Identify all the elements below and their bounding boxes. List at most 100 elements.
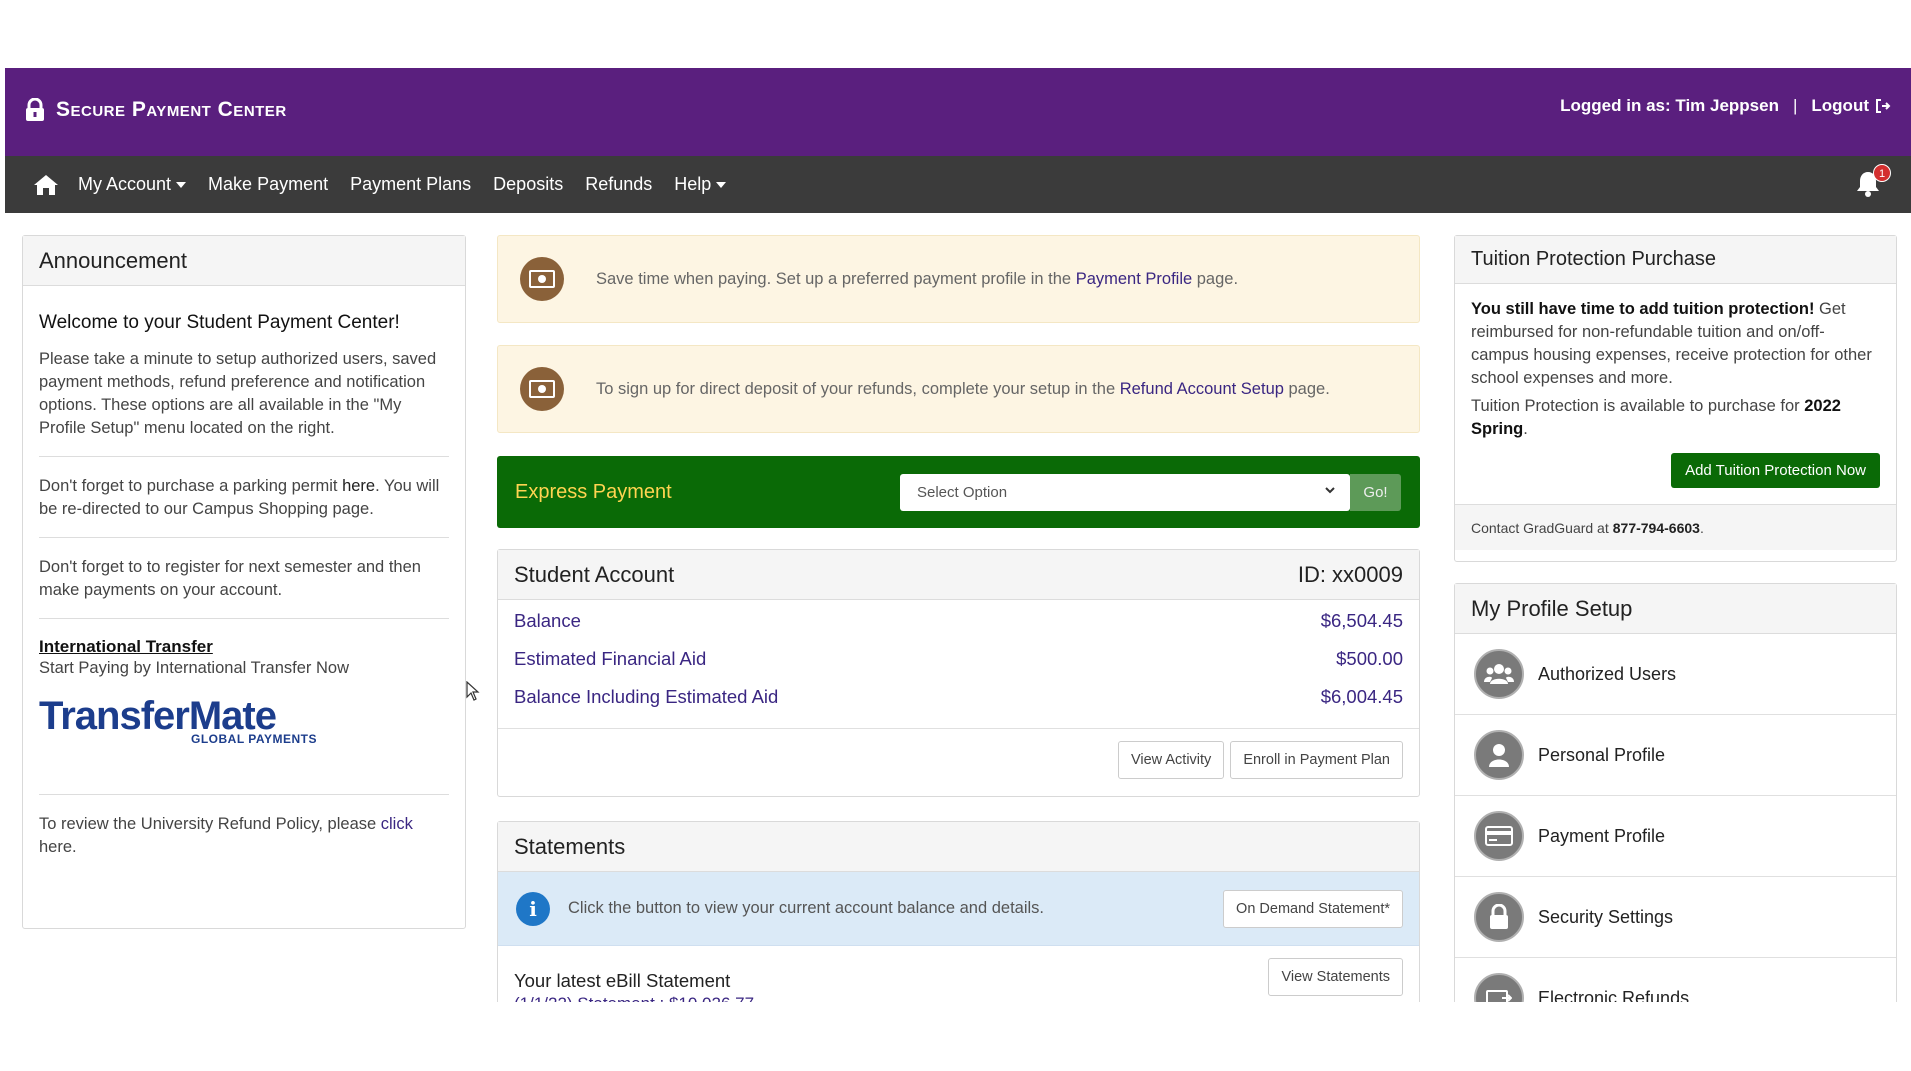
profile-item-security-settings[interactable]: Security Settings [1455, 877, 1896, 958]
profile-setup-header: My Profile Setup [1455, 584, 1896, 634]
announcement-header: Announcement [23, 236, 465, 286]
announcement-title: Announcement [39, 247, 187, 273]
transfermate-logo[interactable]: TransferMate GLOBAL PAYMENTS [39, 696, 449, 746]
nav-deposits[interactable]: Deposits [493, 174, 563, 195]
mouse-cursor-icon [466, 681, 480, 701]
alert-text: Save time when paying. Set up a preferre… [596, 270, 1238, 289]
on-demand-statement-button[interactable]: On Demand Statement* [1223, 890, 1403, 928]
divider [39, 618, 449, 619]
add-tuition-protection-button[interactable]: Add Tuition Protection Now [1671, 453, 1880, 488]
enroll-payment-plan-button[interactable]: Enroll in Payment Plan [1230, 741, 1403, 779]
contact-phone: 877-794-6603 [1612, 519, 1700, 536]
tuition-header: Tuition Protection Purchase [1455, 236, 1896, 284]
money-icon [520, 257, 564, 301]
parking-pre: Don't forget to purchase a parking permi… [39, 477, 343, 495]
tuition-bold-lead: You still have time to add tuition prote… [1471, 300, 1815, 318]
top-header: Secure Payment Center Logged in as: Tim … [5, 68, 1911, 156]
balance-incl-aid-row[interactable]: Balance Including Estimated Aid $6,004.4… [498, 678, 1419, 716]
info-icon: i [516, 891, 550, 926]
caret-down-icon [716, 181, 727, 188]
notification-bell-icon[interactable]: 1 [1855, 164, 1891, 200]
profile-item-electronic-refunds[interactable]: Electronic Refunds [1455, 958, 1896, 1002]
logged-in-label: Logged in as: Tim Jeppsen [1560, 96, 1779, 115]
student-account-header: Student Account ID: xx0009 [498, 550, 1419, 600]
home-icon[interactable] [30, 171, 62, 199]
caret-down-icon [176, 181, 187, 188]
profile-item-personal-profile[interactable]: Personal Profile [1455, 715, 1896, 796]
statements-panel: Statements i Click the button to view yo… [497, 821, 1420, 1002]
express-payment-select[interactable]: Select Option [900, 474, 1350, 511]
refund-icon [1474, 973, 1524, 1002]
alert-pre: Save time when paying. Set up a preferre… [596, 269, 1076, 288]
avail-post: . [1523, 420, 1528, 438]
nav-payment-plans[interactable]: Payment Plans [350, 174, 471, 195]
welcome-text: Please take a minute to setup authorized… [39, 350, 437, 437]
student-id: ID: xx0009 [1297, 561, 1403, 587]
money-icon [520, 367, 564, 411]
student-account-panel: Student Account ID: xx0009 Balance $6,50… [497, 549, 1420, 797]
student-account-title: Student Account [514, 561, 675, 587]
logo-main-text: TransferMate [39, 694, 277, 738]
announcement-panel: Announcement Welcome to your Student Pay… [22, 235, 466, 929]
express-payment-bar: Express Payment Select Option Go! [497, 456, 1420, 528]
international-transfer-subtitle: Start Paying by International Transfer N… [39, 659, 349, 677]
alert-text: To sign up for direct deposit of your re… [596, 380, 1330, 399]
view-statements-button[interactable]: View Statements [1268, 958, 1403, 996]
payment-profile-link[interactable]: Payment Profile [1076, 270, 1192, 288]
payment-profile-alert: Save time when paying. Set up a preferre… [497, 235, 1420, 323]
parking-text: Don't forget to purchase a parking permi… [39, 475, 449, 521]
refund-policy-text: To review the University Refund Policy, … [39, 813, 449, 859]
nav-refunds[interactable]: Refunds [585, 174, 652, 195]
logout-label: Logout [1811, 96, 1869, 115]
refund-setup-alert: To sign up for direct deposit of your re… [497, 345, 1420, 433]
profile-item-authorized-users[interactable]: Authorized Users [1455, 634, 1896, 715]
profile-setup-title: My Profile Setup [1471, 595, 1633, 621]
financial-aid-row[interactable]: Estimated Financial Aid $500.00 [498, 640, 1419, 678]
logout-link[interactable]: Logout [1811, 96, 1891, 116]
alert-post: page. [1192, 269, 1239, 288]
person-icon [1474, 730, 1524, 780]
view-activity-button[interactable]: View Activity [1117, 741, 1225, 779]
divider [39, 794, 449, 795]
ebill-row: Your latest eBill Statement (1/1/22) Sta… [498, 946, 1419, 1002]
tuition-body: You still have time to add tuition prote… [1455, 284, 1896, 488]
tuition-footer: Contact GradGuard at 877-794-6603. [1455, 504, 1896, 550]
profile-item-label: Payment Profile [1538, 825, 1666, 846]
logout-icon [1876, 99, 1891, 113]
international-transfer-link[interactable]: International Transfer [39, 637, 449, 657]
nav-label: My Account [78, 174, 172, 194]
nav-label: Refunds [585, 174, 653, 194]
nav-label: Payment Plans [350, 174, 472, 194]
profile-item-label: Security Settings [1538, 906, 1674, 927]
lock-icon [26, 98, 44, 121]
row-label: Balance Including Estimated Aid [514, 686, 779, 707]
register-text: Don't forget to to register for next sem… [39, 558, 421, 599]
statements-header: Statements [498, 822, 1419, 872]
parking-link[interactable]: here [342, 477, 375, 495]
go-button[interactable]: Go! [1350, 474, 1401, 511]
tuition-protection-panel: Tuition Protection Purchase You still ha… [1454, 235, 1897, 562]
account-summary: Balance $6,504.45 Estimated Financial Ai… [498, 600, 1419, 729]
refund-account-setup-link[interactable]: Refund Account Setup [1120, 380, 1284, 398]
chevron-down-icon [1325, 487, 1335, 494]
balance-row[interactable]: Balance $6,504.45 [498, 602, 1419, 640]
profile-item-payment-profile[interactable]: Payment Profile [1455, 796, 1896, 877]
users-icon [1474, 649, 1524, 699]
nav-label: Help [674, 174, 712, 194]
refund-pre: To review the University Refund Policy, … [39, 815, 381, 833]
nav-my-account[interactable]: My Account [78, 174, 187, 195]
avail-pre: Tuition Protection is available to purch… [1471, 397, 1805, 415]
row-label: Balance [514, 610, 581, 631]
brand-title: Secure Payment Center [56, 98, 287, 121]
brand[interactable]: Secure Payment Center [24, 96, 287, 124]
profile-item-label: Personal Profile [1538, 744, 1666, 765]
nav-make-payment[interactable]: Make Payment [208, 174, 328, 195]
credit-card-icon [1474, 811, 1524, 861]
lock-icon [1474, 892, 1524, 942]
refund-policy-link[interactable]: click [381, 815, 413, 833]
nav-help[interactable]: Help [674, 174, 727, 195]
separator: | [1792, 96, 1798, 115]
divider [39, 537, 449, 538]
tuition-availability: Tuition Protection is available to purch… [1471, 395, 1880, 441]
main-nav: My Account Make Payment Payment Plans De… [5, 156, 1911, 213]
